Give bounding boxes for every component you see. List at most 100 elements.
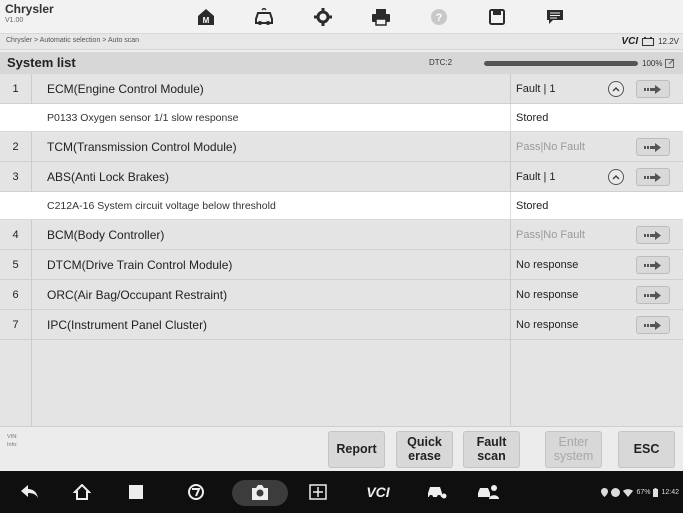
row-number: 6: [0, 280, 32, 310]
enter-module-button[interactable]: [636, 286, 670, 304]
app-version: V1.00: [5, 17, 24, 24]
module-status: Fault | 1: [516, 83, 556, 95]
camera-icon: [252, 484, 268, 500]
enter-module-button[interactable]: [636, 138, 670, 156]
system-row-ecm[interactable]: 1 ECM(Engine Control Module) Fault | 1: [0, 74, 683, 104]
browser-icon: [188, 484, 204, 500]
dtc-status: Stored: [516, 112, 549, 124]
module-status: Fault | 1: [516, 171, 556, 183]
module-status: Pass|No Fault: [516, 141, 585, 153]
enter-module-button[interactable]: [636, 226, 670, 244]
module-name: BCM(Body Controller): [47, 228, 165, 242]
screenshot-icon: [309, 484, 327, 500]
recent-apps-button[interactable]: [118, 471, 154, 513]
system-row-dtcm[interactable]: 5 DTCM(Drive Train Control Module) No re…: [0, 250, 683, 280]
module-status: No response: [516, 289, 579, 301]
print-button[interactable]: [352, 4, 410, 30]
battery-icon: [642, 37, 655, 46]
vci-nav-button[interactable]: VCI: [358, 471, 398, 513]
battery-percent: 67%: [636, 489, 651, 496]
dtc-status: Stored: [516, 200, 549, 212]
chevron-up-icon: [612, 174, 620, 180]
dtc-code: C212A-16 System circuit voltage below th…: [47, 200, 276, 212]
vehicle-button[interactable]: [235, 4, 293, 30]
clock: 12:42: [661, 489, 679, 496]
vci-indicator: VCI: [621, 36, 639, 47]
system-list-header: System list DTC:2 100%: [0, 52, 683, 74]
save-icon: [489, 9, 505, 25]
help-button[interactable]: ?: [410, 4, 468, 30]
module-status: No response: [516, 259, 579, 271]
scan-progress-fill: [484, 61, 638, 66]
system-nav-bar: VCI 67% 12:42: [0, 471, 683, 513]
arrow-right-icon: [644, 172, 661, 182]
browser-button[interactable]: [178, 471, 214, 513]
edit-icon[interactable]: [665, 58, 675, 68]
system-row-partial: [0, 340, 683, 426]
home-outline-icon: [73, 484, 91, 500]
scan-progress-label: 100%: [642, 58, 663, 68]
collapse-button[interactable]: [608, 81, 624, 97]
settings-button[interactable]: [294, 4, 352, 30]
enter-module-button[interactable]: [636, 80, 670, 98]
row-number: 4: [0, 220, 32, 250]
back-button[interactable]: [12, 471, 48, 513]
breadcrumb-path: Chrysler > Automatic selection > Auto sc…: [6, 37, 140, 44]
app-brand: Chrysler V1.00: [5, 3, 54, 24]
arrow-right-icon: [644, 260, 661, 270]
arrow-right-icon: [644, 230, 661, 240]
camera-button[interactable]: [242, 471, 278, 513]
top-toolbar: Chrysler V1.00 M ?: [0, 0, 683, 34]
location-icon: [601, 488, 609, 497]
system-row-tcm[interactable]: 2 TCM(Transmission Control Module) Pass|…: [0, 132, 683, 162]
svg-text:?: ?: [436, 12, 443, 24]
dtc-detail-row: P0133 Oxygen sensor 1/1 slow response St…: [0, 104, 683, 132]
message-button[interactable]: [526, 4, 584, 30]
save-button[interactable]: [468, 4, 526, 30]
system-row-bcm[interactable]: 4 BCM(Body Controller) Pass|No Fault: [0, 220, 683, 250]
enter-system-button[interactable]: Enter system: [545, 431, 602, 468]
module-name: DTCM(Drive Train Control Module): [47, 258, 233, 272]
arrow-right-icon: [644, 142, 661, 152]
arrow-right-icon: [644, 290, 661, 300]
breadcrumb: Chrysler > Automatic selection > Auto sc…: [0, 34, 683, 50]
battery-voltage: 12.2V: [658, 37, 679, 46]
module-name: ABS(Anti Lock Brakes): [47, 170, 170, 184]
remote-expert-button[interactable]: [470, 471, 506, 513]
status-area: 67% 12:42: [601, 488, 679, 497]
arrow-right-icon: [644, 320, 661, 330]
system-row-ipc[interactable]: 7 IPC(Instrument Panel Cluster) No respo…: [0, 310, 683, 340]
home-icon: M: [198, 9, 214, 25]
settings-icon: [314, 8, 332, 26]
dtc-count: DTC:2: [429, 58, 453, 67]
module-status: Pass|No Fault: [516, 229, 585, 241]
enter-module-button[interactable]: [636, 168, 670, 186]
vin-label: VIN:: [7, 434, 18, 440]
scan-progress-bar: [484, 61, 638, 66]
vehicle-connect-button[interactable]: [418, 471, 454, 513]
collapse-button[interactable]: [608, 169, 624, 185]
vci-nav-label: VCI: [366, 484, 390, 500]
arrow-right-icon: [644, 84, 661, 94]
enter-module-button[interactable]: [636, 256, 670, 274]
battery-status-icon: [653, 488, 659, 497]
enter-module-button[interactable]: [636, 316, 670, 334]
dtc-code: P0133 Oxygen sensor 1/1 slow response: [47, 112, 239, 124]
home-button[interactable]: M: [177, 4, 235, 30]
esc-button[interactable]: ESC: [618, 431, 675, 468]
system-row-orc[interactable]: 6 ORC(Air Bag/Occupant Restraint) No res…: [0, 280, 683, 310]
home-nav-button[interactable]: [64, 471, 100, 513]
module-status: No response: [516, 319, 579, 331]
report-button[interactable]: Report: [328, 431, 385, 468]
help-icon: ?: [431, 9, 447, 25]
row-number: 5: [0, 250, 32, 280]
row-number: 3: [0, 162, 32, 192]
fault-scan-button[interactable]: Fault scan: [463, 431, 520, 468]
car-icon: [428, 487, 447, 499]
system-row-abs[interactable]: 3 ABS(Anti Lock Brakes) Fault | 1: [0, 162, 683, 192]
vehicle-icon: [255, 8, 273, 25]
quick-erase-button[interactable]: Quick erase: [396, 431, 453, 468]
screenshot-button[interactable]: [300, 471, 336, 513]
module-name: TCM(Transmission Control Module): [47, 140, 237, 154]
module-name: ECM(Engine Control Module): [47, 82, 204, 96]
